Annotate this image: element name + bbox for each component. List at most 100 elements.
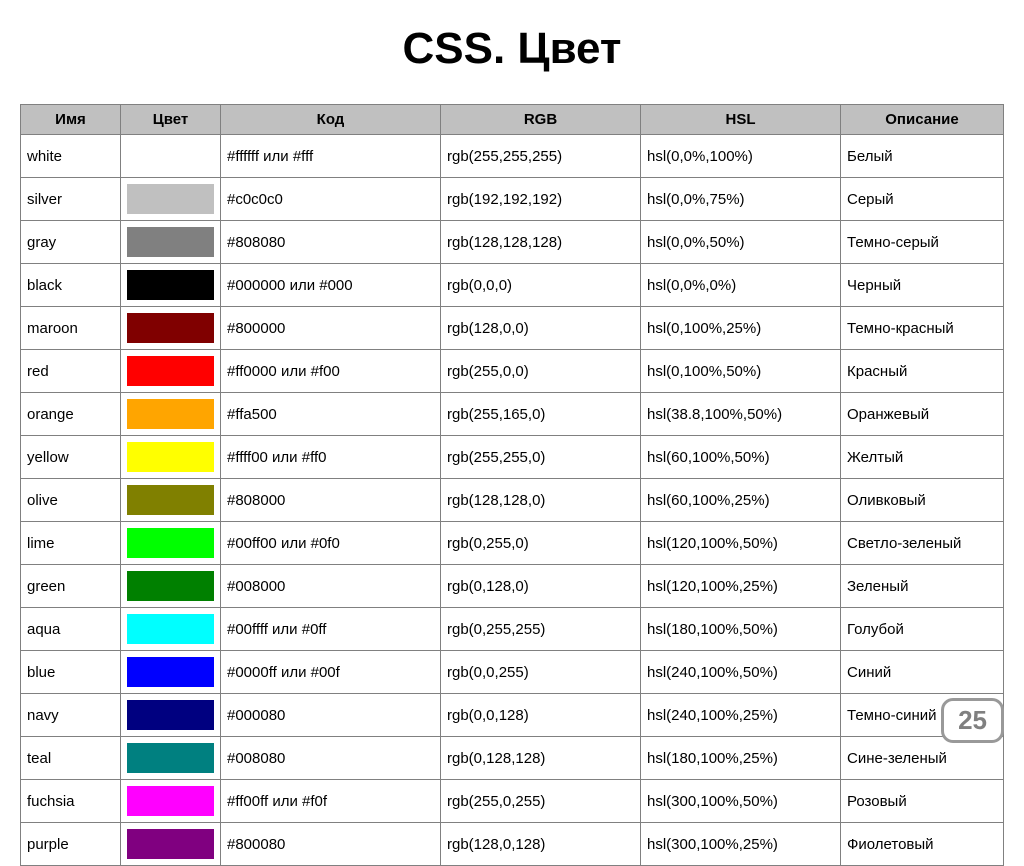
cell-rgb: rgb(0,128,128): [441, 737, 641, 780]
table-row: orange#ffa500rgb(255,165,0)hsl(38.8,100%…: [21, 393, 1004, 436]
cell-name: white: [21, 135, 121, 178]
cell-desc: Синий: [841, 651, 1004, 694]
color-swatch: [127, 356, 214, 386]
table-row: black#000000 или #000rgb(0,0,0)hsl(0,0%,…: [21, 264, 1004, 307]
cell-rgb: rgb(0,255,0): [441, 522, 641, 565]
cell-desc: Оранжевый: [841, 393, 1004, 436]
cell-desc: Голубой: [841, 608, 1004, 651]
cell-code: #008080: [221, 737, 441, 780]
cell-desc: Черный: [841, 264, 1004, 307]
table-row: aqua #00ffff или #0ffrgb(0,255,255)hsl(18…: [21, 608, 1004, 651]
cell-desc: Фиолетовый: [841, 823, 1004, 866]
cell-desc: Желтый: [841, 436, 1004, 479]
table-row: yellow#ffff00 или #ff0rgb(255,255,0)hsl(…: [21, 436, 1004, 479]
cell-rgb: rgb(0,0,255): [441, 651, 641, 694]
cell-swatch: [121, 307, 221, 350]
cell-rgb: rgb(0,255,255): [441, 608, 641, 651]
cell-rgb: rgb(128,0,128): [441, 823, 641, 866]
cell-code: #c0c0c0: [221, 178, 441, 221]
header-name: Имя: [21, 105, 121, 135]
cell-code: #800080: [221, 823, 441, 866]
cell-swatch: [121, 350, 221, 393]
cell-rgb: rgb(128,128,128): [441, 221, 641, 264]
cell-code: #ffa500: [221, 393, 441, 436]
cell-swatch: [121, 780, 221, 823]
cell-hsl: hsl(0,0%,50%): [641, 221, 841, 264]
cell-swatch: [121, 221, 221, 264]
cell-rgb: rgb(0,128,0): [441, 565, 641, 608]
cell-name: silver: [21, 178, 121, 221]
cell-name: blue: [21, 651, 121, 694]
cell-swatch: [121, 823, 221, 866]
cell-swatch: [121, 479, 221, 522]
table-header-row: Имя Цвет Код RGB HSL Описание: [21, 105, 1004, 135]
header-rgb: RGB: [441, 105, 641, 135]
cell-desc: Светло-зеленый: [841, 522, 1004, 565]
cell-code: #ffffff или #fff: [221, 135, 441, 178]
cell-swatch: [121, 522, 221, 565]
cell-desc: Красный: [841, 350, 1004, 393]
cell-name: olive: [21, 479, 121, 522]
cell-code: #00ffff или #0ff: [221, 608, 441, 651]
table-row: purple#800080rgb(128,0,128)hsl(300,100%,…: [21, 823, 1004, 866]
cell-swatch: [121, 178, 221, 221]
cell-name: yellow: [21, 436, 121, 479]
cell-name: green: [21, 565, 121, 608]
cell-name: orange: [21, 393, 121, 436]
cell-code: #0000ff или #00f: [221, 651, 441, 694]
cell-code: #008000: [221, 565, 441, 608]
cell-name: maroon: [21, 307, 121, 350]
color-swatch: [127, 614, 214, 644]
cell-rgb: rgb(255,255,255): [441, 135, 641, 178]
color-swatch: [127, 528, 214, 558]
cell-rgb: rgb(255,165,0): [441, 393, 641, 436]
header-swatch: Цвет: [121, 105, 221, 135]
cell-name: fuchsia: [21, 780, 121, 823]
color-table: Имя Цвет Код RGB HSL Описание white #ffff…: [20, 104, 1004, 866]
cell-rgb: rgb(128,128,0): [441, 479, 641, 522]
cell-swatch: [121, 737, 221, 780]
color-swatch: [127, 786, 214, 816]
cell-desc: Темно-красный: [841, 307, 1004, 350]
cell-name: lime: [21, 522, 121, 565]
color-swatch: [127, 184, 214, 214]
cell-desc: Оливковый: [841, 479, 1004, 522]
cell-swatch: [121, 135, 221, 178]
cell-rgb: rgb(255,0,255): [441, 780, 641, 823]
cell-name: teal: [21, 737, 121, 780]
header-code: Код: [221, 105, 441, 135]
cell-code: #000000 или #000: [221, 264, 441, 307]
table-row: maroon#800000rgb(128,0,0)hsl(0,100%,25%)…: [21, 307, 1004, 350]
cell-code: #000080: [221, 694, 441, 737]
cell-hsl: hsl(0,100%,50%): [641, 350, 841, 393]
cell-name: navy: [21, 694, 121, 737]
color-swatch: [127, 270, 214, 300]
color-swatch: [127, 700, 214, 730]
color-swatch: [127, 313, 214, 343]
cell-desc: Розовый: [841, 780, 1004, 823]
cell-rgb: rgb(128,0,0): [441, 307, 641, 350]
table-row: gray#808080rgb(128,128,128)hsl(0,0%,50%)…: [21, 221, 1004, 264]
cell-hsl: hsl(300,100%,50%): [641, 780, 841, 823]
cell-swatch: [121, 565, 221, 608]
cell-swatch: [121, 393, 221, 436]
cell-swatch: [121, 651, 221, 694]
table-row: lime#00ff00 или #0f0rgb(0,255,0)hsl(120,…: [21, 522, 1004, 565]
header-hsl: HSL: [641, 105, 841, 135]
cell-name: black: [21, 264, 121, 307]
cell-code: #ff0000 или #f00: [221, 350, 441, 393]
cell-hsl: hsl(180,100%,50%): [641, 608, 841, 651]
cell-code: #808000: [221, 479, 441, 522]
color-swatch: [127, 141, 214, 171]
cell-swatch: [121, 264, 221, 307]
cell-rgb: rgb(0,0,128): [441, 694, 641, 737]
cell-desc: Белый: [841, 135, 1004, 178]
color-swatch: [127, 442, 214, 472]
cell-hsl: hsl(240,100%,50%): [641, 651, 841, 694]
cell-hsl: hsl(0,100%,25%): [641, 307, 841, 350]
color-swatch: [127, 227, 214, 257]
color-swatch: [127, 571, 214, 601]
table-row: red#ff0000 или #f00rgb(255,0,0)hsl(0,100…: [21, 350, 1004, 393]
cell-name: aqua: [21, 608, 121, 651]
cell-hsl: hsl(300,100%,25%): [641, 823, 841, 866]
